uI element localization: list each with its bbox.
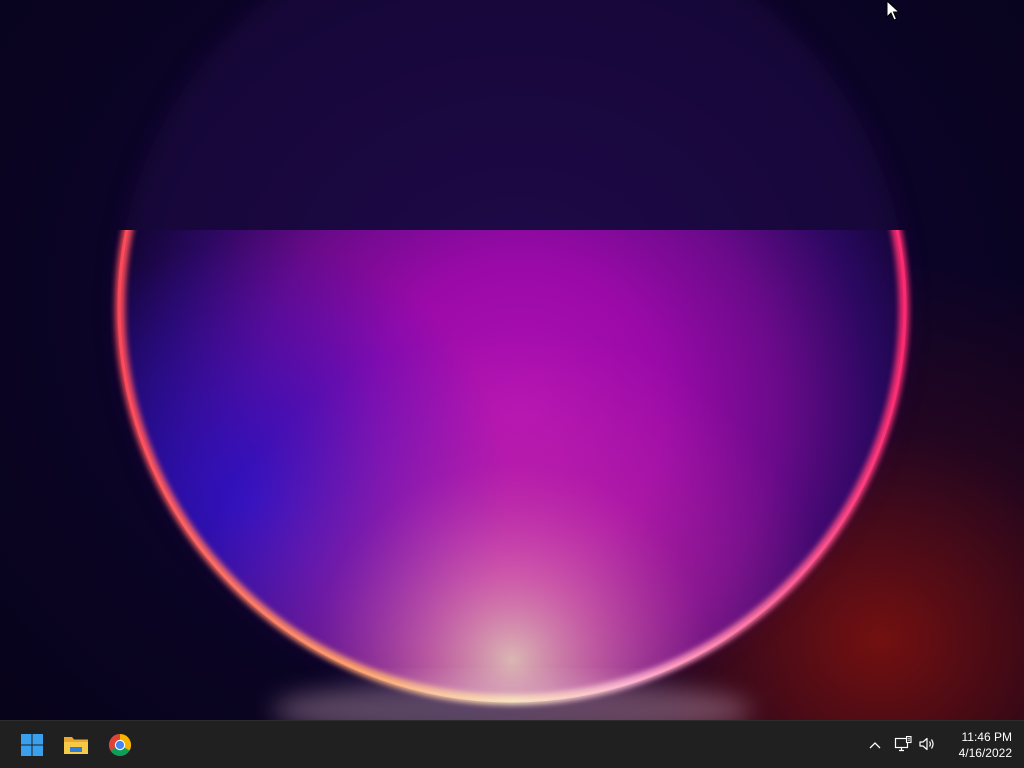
taskbar: 11:46 PM 4/16/2022 [0,720,1024,768]
wallpaper-bloom [115,0,909,720]
network-status-button[interactable] [892,733,914,755]
network-icon [894,736,912,752]
clock-time: 11:46 PM [961,730,1012,744]
chevron-up-icon [869,742,881,749]
windows-start-icon [21,734,43,756]
clock-date: 4/16/2022 [958,746,1012,760]
file-explorer-button[interactable] [56,725,96,765]
desktop[interactable] [0,0,1024,720]
show-hidden-icons-button[interactable] [864,734,886,756]
volume-icon [919,737,934,751]
chrome-icon [108,734,132,757]
volume-button[interactable] [916,733,938,755]
chrome-button[interactable] [100,725,140,765]
mouse-cursor-icon [886,0,900,21]
start-button[interactable] [12,725,52,765]
clock-button[interactable]: 11:46 PM 4/16/2022 [944,727,1016,763]
folder-icon [64,737,88,754]
